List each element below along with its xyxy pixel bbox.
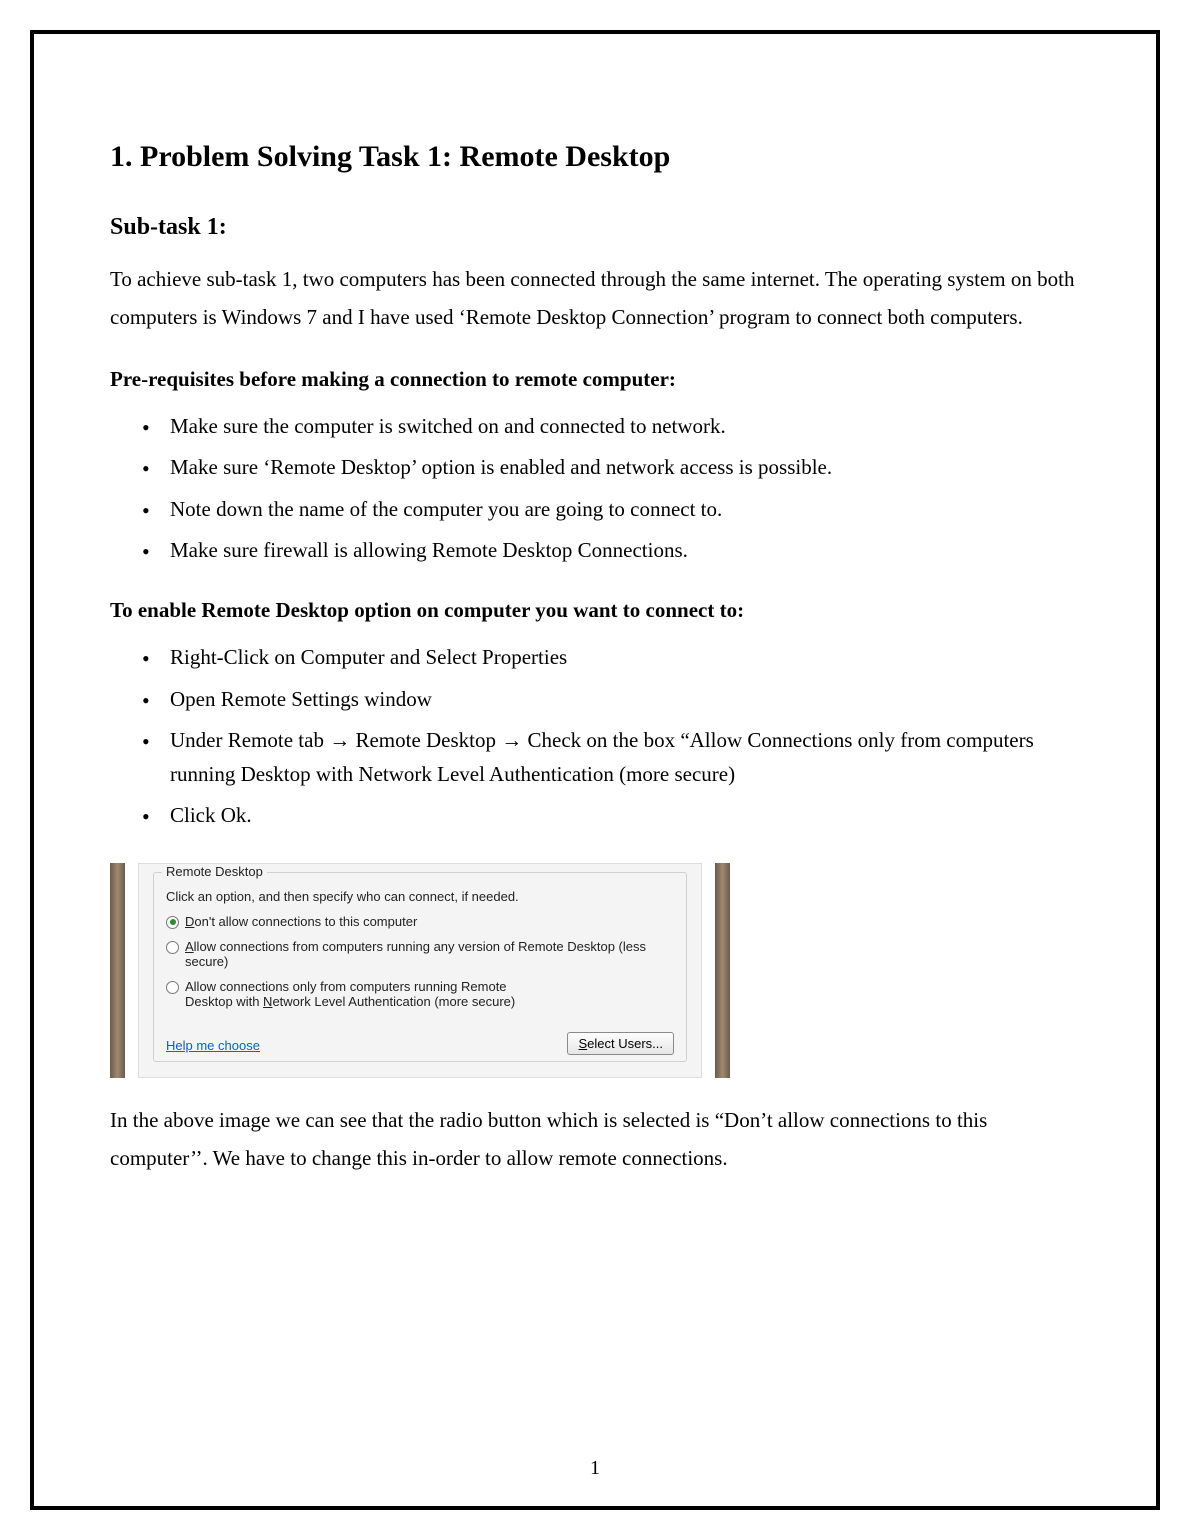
radio-label: Don't allow connections to this computer [185,914,417,929]
radio-icon [166,941,179,954]
list-item: Make sure ‘Remote Desktop’ option is ena… [170,451,1080,485]
closing-paragraph: In the above image we can see that the r… [110,1102,1080,1178]
page-content: 1. Problem Solving Task 1: Remote Deskto… [110,140,1080,1208]
prereq-heading: Pre-requisites before making a connectio… [110,367,1080,392]
enable-list: Right-Click on Computer and Select Prope… [110,641,1080,833]
prereq-list: Make sure the computer is switched on an… [110,410,1080,568]
window-edge-right [715,863,730,1078]
help-me-choose-link[interactable]: Help me choose [166,1038,260,1053]
list-item: Click Ok. [170,799,1080,833]
select-users-button[interactable]: Select Users... [567,1032,674,1055]
list-item: Note down the name of the computer you a… [170,493,1080,527]
enable-heading: To enable Remote Desktop option on compu… [110,598,1080,623]
list-item: Make sure the computer is switched on an… [170,410,1080,444]
radio-allow-nla[interactable]: Allow connections only from computers ru… [166,979,674,1009]
radio-icon [166,916,179,929]
page-title: 1. Problem Solving Task 1: Remote Deskto… [110,140,1080,174]
list-item: Open Remote Settings window [170,683,1080,717]
settings-panel: Remote Desktop Click an option, and then… [138,863,702,1078]
radio-allow-any[interactable]: Allow connections from computers running… [166,939,674,969]
remote-desktop-groupbox: Remote Desktop Click an option, and then… [153,872,687,1062]
radio-label: Allow connections only from computers ru… [185,979,515,1009]
radio-icon [166,981,179,994]
radio-dont-allow[interactable]: Don't allow connections to this computer [166,914,674,929]
list-item: Under Remote tab → Remote Desktop → Chec… [170,724,1080,791]
list-item: Make sure firewall is allowing Remote De… [170,534,1080,568]
window-edge-left [110,863,125,1078]
subtask-heading: Sub-task 1: [110,214,1080,241]
page-number: 1 [0,1457,1190,1480]
list-item: Right-Click on Computer and Select Prope… [170,641,1080,675]
groupbox-instruction: Click an option, and then specify who ca… [166,889,674,904]
intro-paragraph: To achieve sub-task 1, two computers has… [110,261,1080,337]
remote-desktop-screenshot: Remote Desktop Click an option, and then… [110,863,730,1078]
groupbox-legend: Remote Desktop [162,864,267,879]
radio-label: Allow connections from computers running… [185,939,674,969]
